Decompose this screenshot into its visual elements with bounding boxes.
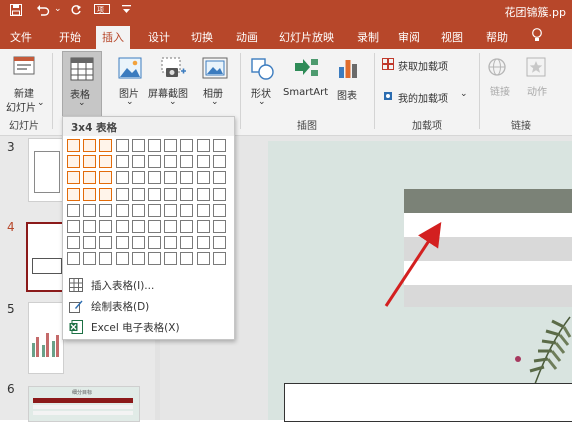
- table-grid-cell[interactable]: [67, 204, 80, 217]
- table-grid-cell-selected[interactable]: [67, 155, 80, 168]
- table-grid-cell[interactable]: [132, 188, 145, 201]
- table-grid-cell[interactable]: [132, 171, 145, 184]
- table-grid-cell[interactable]: [99, 220, 112, 233]
- table-grid-cell[interactable]: [197, 252, 210, 265]
- insert-table-menu-item[interactable]: 插入表格(I)...: [63, 275, 234, 295]
- table-grid-cell[interactable]: [67, 236, 80, 249]
- table-grid-cell[interactable]: [164, 171, 177, 184]
- table-grid-cell[interactable]: [67, 252, 80, 265]
- table-grid-cell[interactable]: [164, 139, 177, 152]
- table-grid-cell[interactable]: [197, 204, 210, 217]
- table-grid-cell[interactable]: [116, 252, 129, 265]
- table-grid-cell[interactable]: [116, 139, 129, 152]
- table-grid-cell[interactable]: [148, 220, 161, 233]
- table-grid-cell[interactable]: [83, 252, 96, 265]
- table-grid-cell[interactable]: [83, 204, 96, 217]
- table-grid-header: 3x4 表格: [63, 117, 234, 136]
- arrow-to-slide-table: [384, 221, 442, 307]
- table-grid-cell[interactable]: [83, 236, 96, 249]
- table-grid-cell[interactable]: [164, 252, 177, 265]
- table-grid-cell[interactable]: [180, 171, 193, 184]
- table-grid-cell[interactable]: [197, 139, 210, 152]
- table-grid-cell[interactable]: [132, 139, 145, 152]
- table-grid-cell[interactable]: [164, 204, 177, 217]
- draw-table-icon: [69, 299, 83, 316]
- excel-spreadsheet-menu-item[interactable]: Excel 电子表格(X): [63, 317, 234, 337]
- table-grid-cell[interactable]: [116, 171, 129, 184]
- insert-table-dropdown: 3x4 表格 插入表格(I)... 绘制表格(D) Excel 电子表格(X): [62, 116, 235, 340]
- table-grid-cell[interactable]: [213, 252, 226, 265]
- table-grid-cell[interactable]: [132, 155, 145, 168]
- table-grid-cell[interactable]: [164, 155, 177, 168]
- table-grid-cell[interactable]: [197, 155, 210, 168]
- table-grid-cell[interactable]: [148, 139, 161, 152]
- table-grid-cell[interactable]: [132, 204, 145, 217]
- table-grid-cell[interactable]: [213, 236, 226, 249]
- table-grid-cell[interactable]: [148, 171, 161, 184]
- table-grid-cell-selected[interactable]: [99, 155, 112, 168]
- table-grid-cell-selected[interactable]: [99, 188, 112, 201]
- table-grid-cell[interactable]: [132, 220, 145, 233]
- table-grid-cell[interactable]: [67, 220, 80, 233]
- table-grid-cell-selected[interactable]: [83, 139, 96, 152]
- table-grid-cell[interactable]: [132, 252, 145, 265]
- table-grid-cell[interactable]: [148, 155, 161, 168]
- table-grid-cell-selected[interactable]: [83, 155, 96, 168]
- table-grid-cell[interactable]: [180, 188, 193, 201]
- table-grid-cell[interactable]: [213, 139, 226, 152]
- table-grid-cell[interactable]: [116, 236, 129, 249]
- table-grid-cell-selected[interactable]: [67, 139, 80, 152]
- table-grid-cell[interactable]: [99, 236, 112, 249]
- table-grid-cell[interactable]: [99, 252, 112, 265]
- draw-table-menu-item[interactable]: 绘制表格(D): [63, 296, 234, 316]
- table-grid-cell[interactable]: [148, 252, 161, 265]
- table-grid-cell[interactable]: [116, 188, 129, 201]
- table-grid-cell[interactable]: [213, 171, 226, 184]
- excel-icon: [69, 320, 83, 337]
- table-grid-cell[interactable]: [180, 204, 193, 217]
- table-grid-cell-selected[interactable]: [99, 139, 112, 152]
- table-grid-cell-selected[interactable]: [83, 171, 96, 184]
- table-grid-cell[interactable]: [164, 236, 177, 249]
- table-grid-cell[interactable]: [148, 188, 161, 201]
- table-grid-cell[interactable]: [197, 188, 210, 201]
- table-grid-cell[interactable]: [197, 236, 210, 249]
- table-grid-cell[interactable]: [132, 236, 145, 249]
- table-grid-cell-selected[interactable]: [67, 188, 80, 201]
- table-grid-cell[interactable]: [180, 236, 193, 249]
- table-grid-cell[interactable]: [164, 220, 177, 233]
- table-grid-cell[interactable]: [213, 220, 226, 233]
- table-grid-cell-selected[interactable]: [83, 188, 96, 201]
- table-grid-cell[interactable]: [116, 204, 129, 217]
- table-grid-cell[interactable]: [180, 252, 193, 265]
- table-grid-cell[interactable]: [213, 155, 226, 168]
- table-size-label: 3x4 表格: [71, 122, 118, 134]
- table-grid-cell[interactable]: [83, 220, 96, 233]
- table-grid-cell[interactable]: [197, 171, 210, 184]
- insert-table-label: 插入表格(I)...: [91, 280, 155, 292]
- table-grid-cell[interactable]: [148, 204, 161, 217]
- table-grid-cell[interactable]: [148, 236, 161, 249]
- table-grid-cell[interactable]: [213, 188, 226, 201]
- table-grid-cell[interactable]: [164, 188, 177, 201]
- table-grid-cell[interactable]: [116, 155, 129, 168]
- table-grid-cell-selected[interactable]: [99, 171, 112, 184]
- table-grid-cell[interactable]: [99, 204, 112, 217]
- table-grid-cell[interactable]: [213, 204, 226, 217]
- table-grid-cell[interactable]: [180, 155, 193, 168]
- table-grid-cell-selected[interactable]: [67, 171, 80, 184]
- table-grid-cell[interactable]: [180, 139, 193, 152]
- insert-table-icon: [69, 278, 83, 295]
- draw-table-label: 绘制表格(D): [91, 301, 150, 313]
- table-grid-cell[interactable]: [197, 220, 210, 233]
- table-grid-cell[interactable]: [180, 220, 193, 233]
- excel-spreadsheet-label: Excel 电子表格(X): [91, 322, 180, 334]
- table-grid-cell[interactable]: [116, 220, 129, 233]
